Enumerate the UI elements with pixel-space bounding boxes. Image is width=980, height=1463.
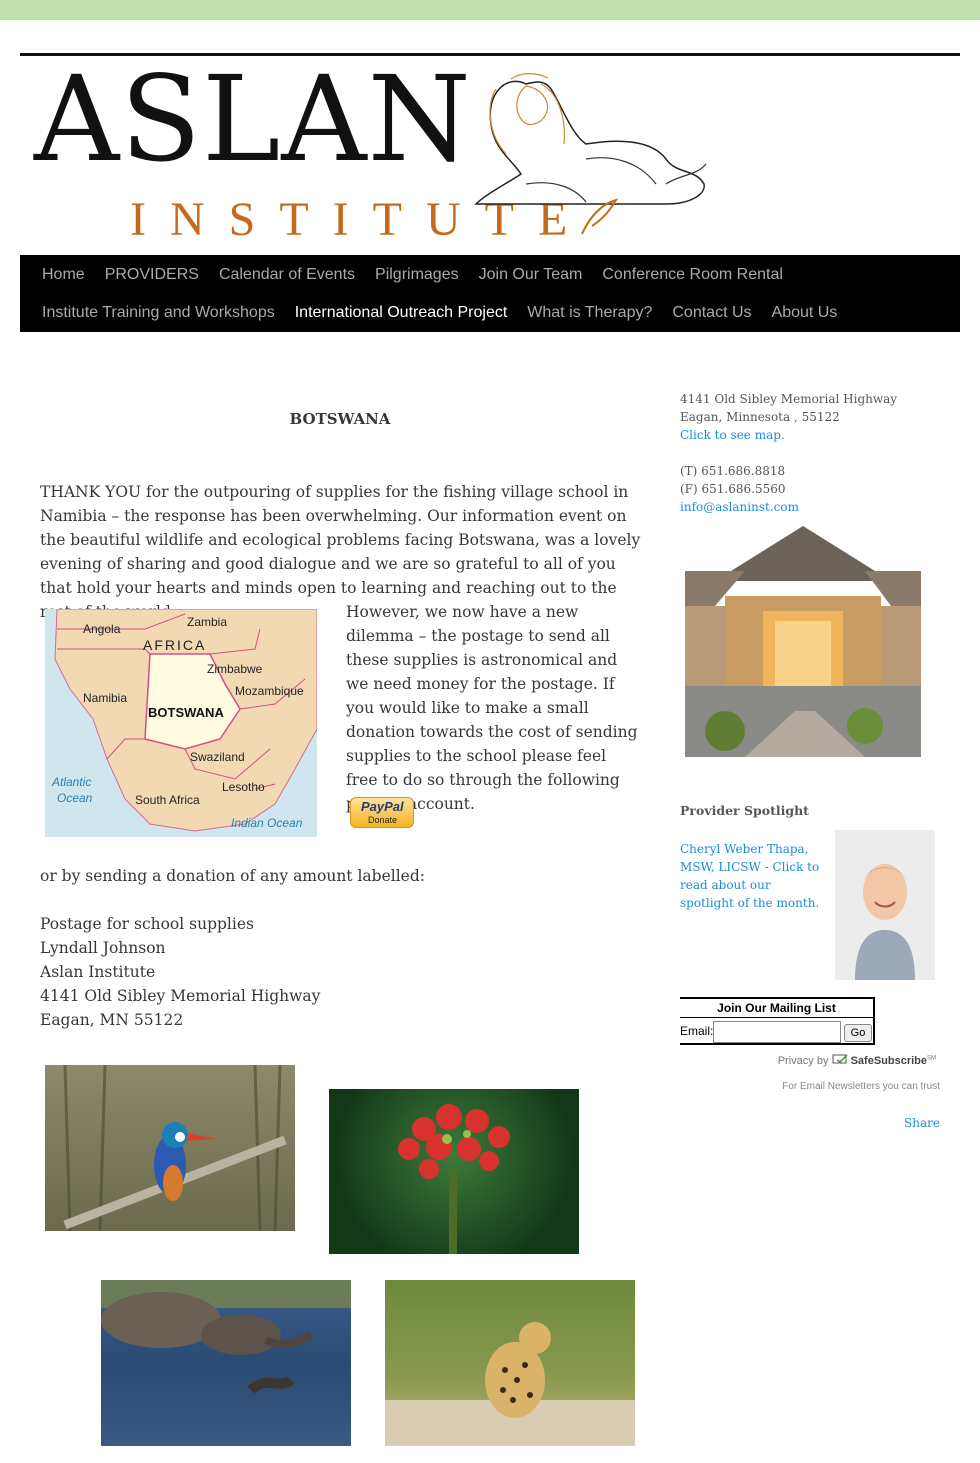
nav-item-about[interactable]: About Us <box>772 304 838 322</box>
logo-wordmark-aslan: ASLAN <box>34 50 472 188</box>
provider-portrait[interactable] <box>835 830 935 980</box>
address-line: Eagan, MN 55122 <box>40 1011 184 1029</box>
postage-paragraph: However, we now have a new dilemma – the… <box>346 603 638 813</box>
page-title: BOTSWANA <box>289 410 391 428</box>
sidebar-address: 4141 Old Sibley Memorial Highway Eagan, … <box>680 390 940 444</box>
map-label-namibia: Namibia <box>83 691 127 705</box>
donation-instructions: or by sending a donation of any amount l… <box>40 867 425 885</box>
address-line-2: Eagan, Minnesota , 55122 <box>680 410 840 424</box>
map-label-swaziland: Swaziland <box>190 750 245 764</box>
nav-item-join-team[interactable]: Join Our Team <box>479 266 583 284</box>
phone-number: (T) 651.686.8818 <box>680 464 786 478</box>
map-label-botswana: BOTSWANA <box>148 705 224 720</box>
address-line: Aslan Institute <box>40 963 156 981</box>
kingfisher-photo <box>45 1065 295 1231</box>
map-label-atlantic: Atlantic <box>51 775 91 789</box>
map-label-mozambique: Mozambique <box>235 684 304 698</box>
address-line: Lyndall Johnson <box>40 939 166 957</box>
provider-spotlight-title: Provider Spotlight <box>680 803 809 818</box>
map-label-indian-ocean: Indian Ocean <box>231 816 303 830</box>
mailing-list-divider <box>680 1017 873 1018</box>
mailing-list-box: Join Our Mailing List Email: Go <box>680 997 875 1045</box>
nav-item-therapy[interactable]: What is Therapy? <box>527 304 652 322</box>
go-button[interactable]: Go <box>844 1024 872 1042</box>
cheetah-photo <box>385 1280 635 1446</box>
privacy-link[interactable]: Privacy <box>778 1055 814 1067</box>
email-label: Email: <box>680 1024 714 1038</box>
site-logo[interactable]: ASLAN INSTITUTE <box>20 56 710 255</box>
logo-flourish-icon <box>581 198 619 235</box>
nav-item-contact[interactable]: Contact Us <box>672 304 751 322</box>
email-link[interactable]: info@aslaninst.com <box>680 498 940 516</box>
nav-item-calendar[interactable]: Calendar of Events <box>219 266 355 284</box>
map-label-zambia: Zambia <box>187 615 227 629</box>
nav-item-pilgrimages[interactable]: Pilgrimages <box>375 266 459 284</box>
nav-row-2: Institute Training and Workshops Interna… <box>42 304 857 322</box>
office-building-photo <box>685 526 921 757</box>
red-flower-photo <box>329 1089 579 1254</box>
main-navigation: Home PROVIDERS Calendar of Events Pilgri… <box>20 255 960 332</box>
share-link[interactable]: Share <box>880 1116 940 1130</box>
envelope-check-icon <box>832 1054 848 1064</box>
safesubscribe-tagline: For Email Newsletters you can trust <box>782 1081 940 1092</box>
elephants-photo <box>101 1280 351 1446</box>
address-line: 4141 Old Sibley Memorial Highway <box>40 987 321 1005</box>
lion-illustration <box>474 73 707 205</box>
safesubscribe-line: Privacy by SafeSubscribeSM <box>680 1054 936 1067</box>
mailing-list-title: Join Our Mailing List <box>717 1001 836 1015</box>
sidebar-contact: (T) 651.686.8818 (F) 651.686.5560 info@a… <box>680 462 940 516</box>
safesubscribe-brand: SafeSubscribe <box>850 1055 927 1067</box>
map-label-africa: AFRICA <box>143 637 206 653</box>
nav-item-outreach[interactable]: International Outreach Project <box>295 304 508 322</box>
map-label-ocean: Ocean <box>57 791 93 805</box>
map-label-angola: Angola <box>83 622 121 636</box>
paypal-donate-label: Donate <box>368 815 398 825</box>
address-line: Postage for school supplies <box>40 915 254 933</box>
by-text: by <box>816 1055 829 1067</box>
nav-item-training[interactable]: Institute Training and Workshops <box>42 304 275 322</box>
nav-item-conference-room[interactable]: Conference Room Rental <box>602 266 783 284</box>
map-label-lesotho: Lesotho <box>222 780 265 794</box>
paypal-logo-text: PayPal <box>361 799 404 814</box>
nav-item-home[interactable]: Home <box>42 266 85 284</box>
top-accent-bar <box>0 0 980 20</box>
service-mark: SM <box>927 1055 936 1062</box>
address-line-1: 4141 Old Sibley Memorial Highway <box>680 392 898 406</box>
map-link[interactable]: Click to see map. <box>680 426 940 444</box>
botswana-map: Angola Zambia AFRICA Zimbabwe Mozambique… <box>45 609 317 837</box>
provider-spotlight-link[interactable]: Cheryl Weber Thapa, MSW, LICSW - Click t… <box>680 840 820 912</box>
map-label-zimbabwe: Zimbabwe <box>207 662 263 676</box>
map-label-south-africa: South Africa <box>135 793 200 807</box>
nav-row-1: Home PROVIDERS Calendar of Events Pilgri… <box>42 266 803 284</box>
mailing-address: Postage for school supplies Lyndall John… <box>40 912 640 1032</box>
paypal-donate-button[interactable]: PayPal Donate <box>350 797 414 828</box>
fax-number: (F) 651.686.5560 <box>680 482 786 496</box>
mailing-email-input[interactable] <box>713 1021 841 1043</box>
nav-item-providers[interactable]: PROVIDERS <box>105 266 199 284</box>
